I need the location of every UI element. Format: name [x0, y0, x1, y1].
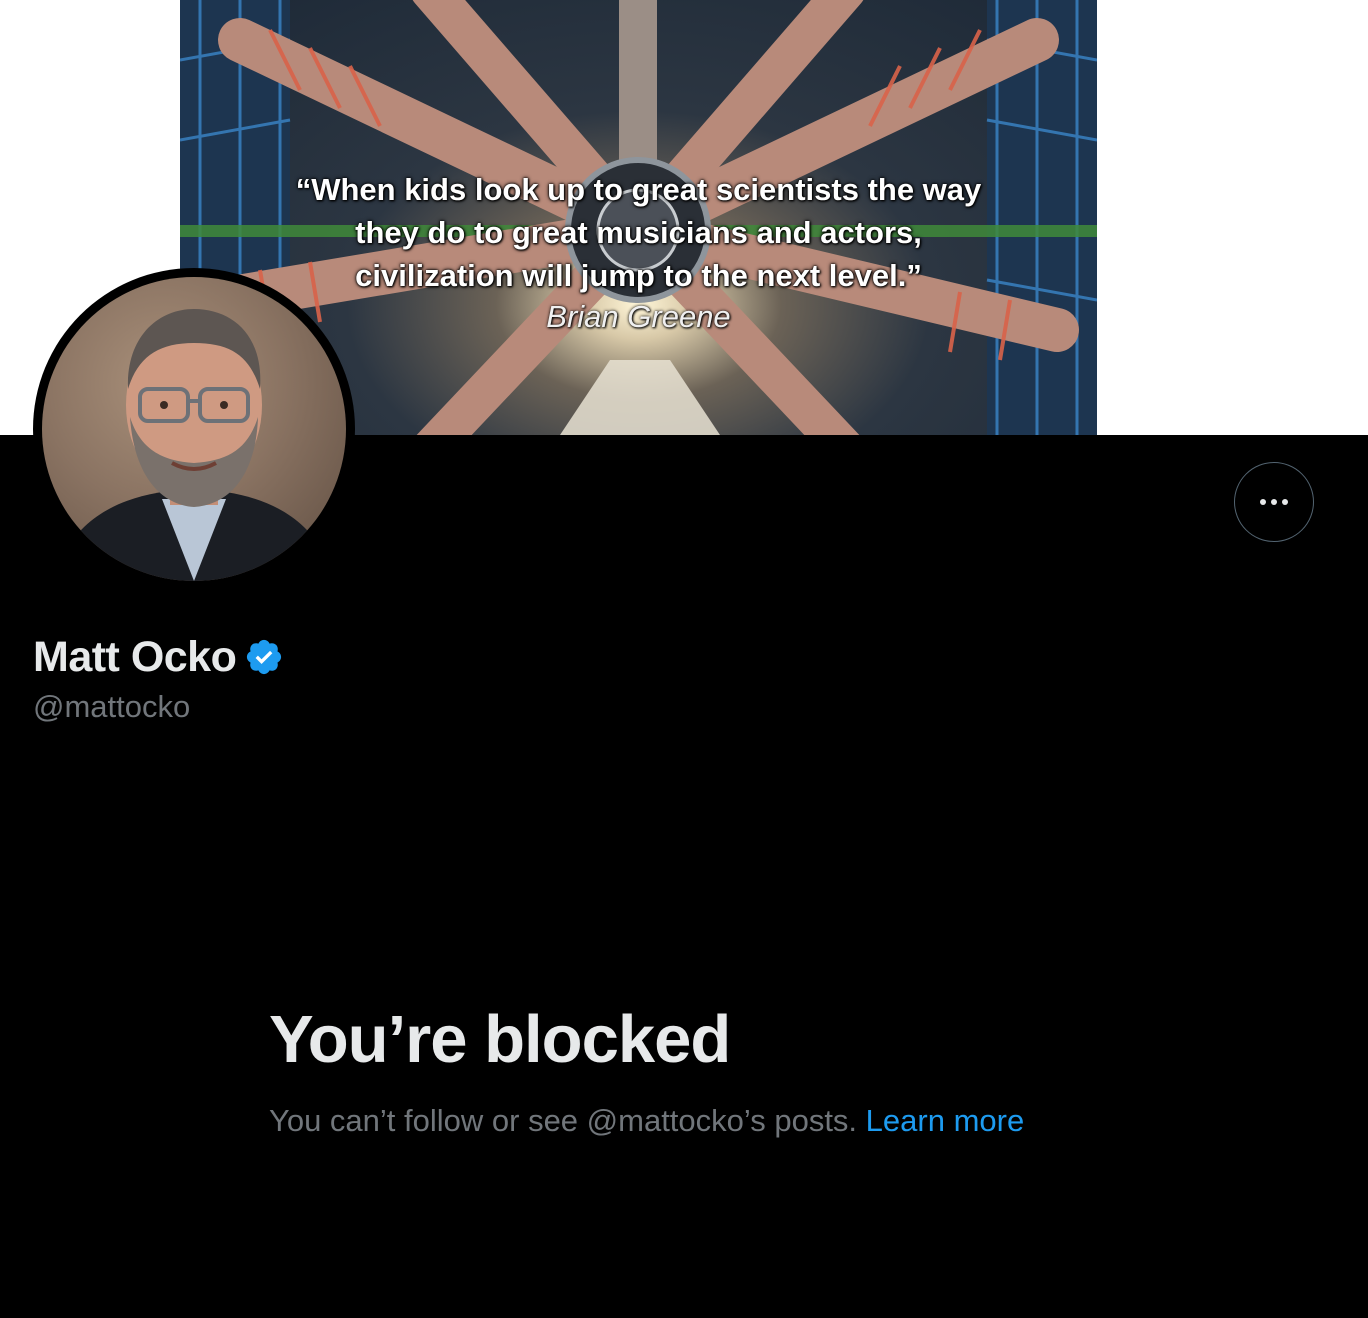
avatar[interactable]: [33, 268, 355, 590]
blocked-description: You can’t follow or see @mattocko’s post…: [269, 1098, 1049, 1144]
profile-page: “When kids look up to great scientists t…: [0, 0, 1368, 1318]
more-options-button[interactable]: [1234, 462, 1314, 542]
display-name: Matt Ocko: [33, 632, 237, 681]
blocked-description-text: You can’t follow or see @mattocko’s post…: [269, 1103, 858, 1138]
profile-name-row: Matt Ocko: [33, 630, 284, 684]
banner-quote-line-1: “When kids look up to great scientists t…: [295, 172, 982, 207]
avatar-photo: [42, 277, 346, 581]
blocked-title: You’re blocked: [269, 1002, 731, 1077]
banner-quote: “When kids look up to great scientists t…: [180, 168, 1097, 297]
profile-handle: @mattocko: [33, 689, 191, 724]
avatar-portrait: [52, 309, 336, 581]
learn-more-link[interactable]: Learn more: [866, 1103, 1025, 1138]
banner-quote-line-3: civilization will jump to the next level…: [355, 258, 922, 293]
banner-quote-line-2: they do to great musicians and actors,: [355, 215, 922, 250]
more-options-icon: [1260, 499, 1288, 505]
verified-badge-icon[interactable]: [244, 637, 284, 677]
